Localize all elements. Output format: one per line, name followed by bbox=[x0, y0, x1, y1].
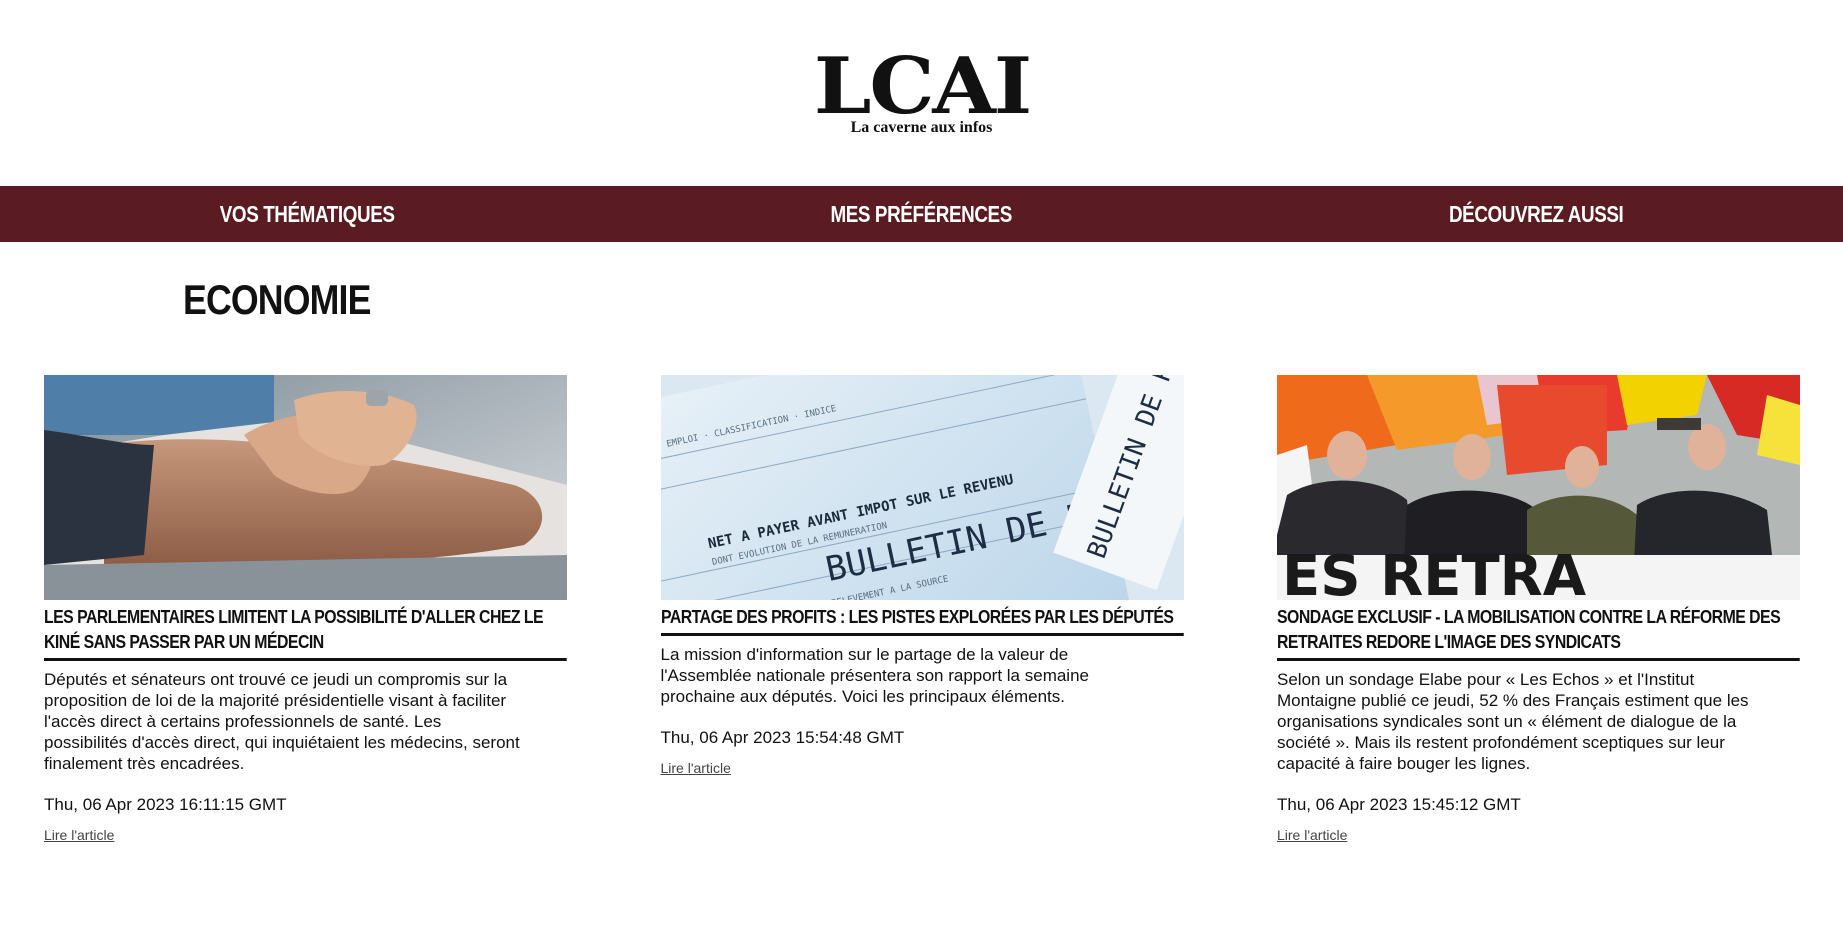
article-date: Thu, 06 Apr 2023 15:54:48 GMT bbox=[660, 728, 905, 747]
article-card: ES RETRA SONDAGE EXCLUSIF - LA MOBILISAT… bbox=[1277, 375, 1800, 845]
article-card: LES PARLEMENTAIRES LIMITENT LA POSSIBILI… bbox=[44, 375, 567, 845]
payslip-photo[interactable]: NET A PAYER AVANT IMPOT SUR LE REVENU BU… bbox=[660, 375, 1184, 600]
article-title[interactable]: LES PARLEMENTAIRES LIMITENT LA POSSIBILI… bbox=[44, 605, 567, 661]
article-summary: Députés et sénateurs ont trouvé ce jeudi… bbox=[44, 670, 520, 773]
read-article-link[interactable]: Lire l'article bbox=[1277, 827, 1347, 843]
main-navbar: VOS THÉMATIQUES MES PRÉFÉRENCES DÉCOUVRE… bbox=[0, 186, 1843, 242]
article-date: Thu, 06 Apr 2023 15:45:12 GMT bbox=[1277, 795, 1521, 814]
payslip-image: NET A PAYER AVANT IMPOT SUR LE REVENU BU… bbox=[660, 375, 1184, 600]
site-header: LCAI La caverne aux infos bbox=[0, 0, 1843, 186]
article-summary: Selon un sondage Elabe pour « Les Echos … bbox=[1277, 670, 1749, 773]
physiotherapy-photo[interactable] bbox=[44, 375, 567, 600]
protest-march-photo[interactable]: ES RETRA bbox=[1277, 375, 1800, 600]
article-list: LES PARLEMENTAIRES LIMITENT LA POSSIBILI… bbox=[44, 375, 1800, 845]
read-article-link[interactable]: Lire l'article bbox=[44, 827, 114, 843]
protest-image: ES RETRA bbox=[1277, 375, 1800, 600]
nav-item-preferences[interactable]: MES PRÉFÉRENCES bbox=[670, 186, 1174, 242]
read-article-link[interactable]: Lire l'article bbox=[661, 760, 731, 776]
site-logo[interactable]: LCAI La caverne aux infos bbox=[0, 48, 1843, 136]
physiotherapy-image bbox=[44, 375, 567, 600]
article-title[interactable]: PARTAGE DES PROFITS : LES PISTES EXPLORÉ… bbox=[660, 605, 1184, 636]
article-summary: La mission d'information sur le partage … bbox=[660, 645, 1090, 706]
banner-text: ES RETRA bbox=[1282, 544, 1587, 600]
article-card: NET A PAYER AVANT IMPOT SUR LE REVENU BU… bbox=[660, 375, 1184, 845]
section-title: ECONOMIE bbox=[183, 276, 371, 323]
logo-mark: LCAI bbox=[813, 41, 1031, 132]
nav-item-thematiques[interactable]: VOS THÉMATIQUES bbox=[55, 186, 559, 242]
nav-item-decouvrez[interactable]: DÉCOUVREZ AUSSI bbox=[1284, 186, 1788, 242]
article-date: Thu, 06 Apr 2023 16:11:15 GMT bbox=[44, 795, 287, 814]
article-title[interactable]: SONDAGE EXCLUSIF - LA MOBILISATION CONTR… bbox=[1277, 605, 1800, 661]
